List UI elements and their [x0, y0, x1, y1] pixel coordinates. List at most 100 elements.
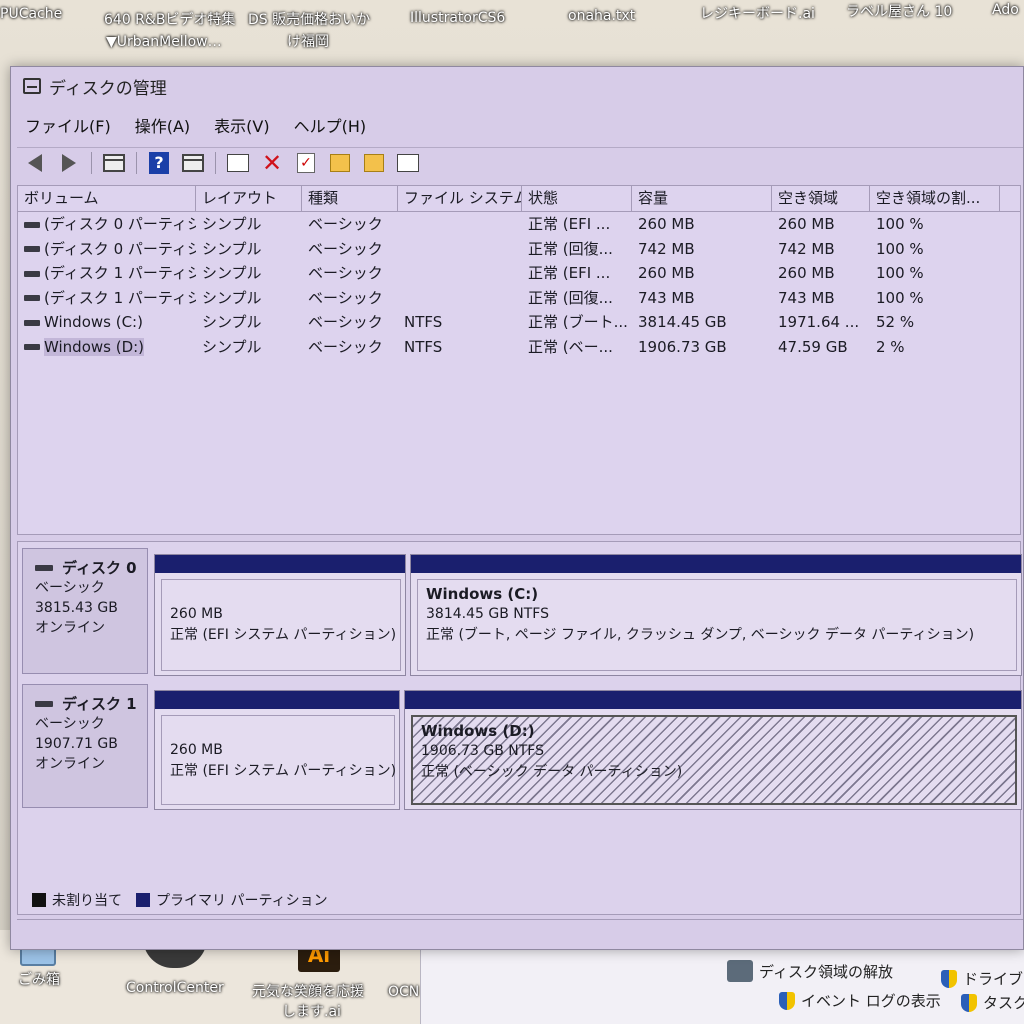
menu-view[interactable]: 表示(V) — [214, 113, 269, 137]
explore-button[interactable] — [362, 152, 386, 174]
volume-row[interactable]: (ディスク 1 パーティシ... シンプル ベーシック 正常 (EFI ... 260 … — [18, 261, 1020, 286]
desktop-icon-label[interactable]: DS 販売価格おいか — [248, 12, 370, 29]
disk-1-title: ディスク 1 — [35, 693, 147, 714]
settings-list-icon — [397, 153, 419, 172]
desktop-icon-label[interactable]: OCN — [388, 984, 419, 1001]
desktop-icon-label[interactable]: onaha.txt — [568, 8, 635, 25]
volume-cell: 1971.64 ... — [778, 313, 860, 331]
desktop-icon-label[interactable]: PUCache — [0, 6, 62, 23]
toolbar-separator — [136, 151, 137, 174]
desktop-icon-label[interactable]: IllustratorCS6 — [410, 10, 505, 27]
disk-0-label[interactable]: ディスク 0 ベーシック 3815.43 GB オンライン — [22, 548, 148, 674]
delete-icon: ✕ — [261, 148, 283, 177]
status-bar — [17, 919, 1023, 949]
drive-link[interactable]: ドライブの — [941, 968, 1024, 989]
desktop-icon-label[interactable]: レジキーボード.ai — [700, 6, 815, 23]
task-link[interactable]: タスク — [961, 992, 1024, 1013]
partition-size: 3814.45 GB NTFS — [426, 606, 549, 622]
volume-row[interactable]: (ディスク 0 パーティシ... シンプル ベーシック 正常 (EFI ... 260 … — [18, 212, 1020, 237]
toolbar: ? ✕ ✓ — [17, 147, 1023, 177]
volume-cell: 正常 (ベー... — [528, 337, 613, 356]
disk-0-efi-partition[interactable]: 260 MB 正常 (EFI システム パーティション) — [154, 554, 406, 676]
menu-help[interactable]: ヘルプ(H) — [294, 113, 367, 137]
volume-cell: シンプル — [202, 264, 262, 282]
column-header-volume[interactable]: ボリューム — [18, 186, 196, 211]
volume-cell: 260 MB — [778, 264, 835, 282]
properties-icon: ✓ — [297, 152, 315, 173]
disk-management-window: ディスクの管理 ファイル(F) 操作(A) 表示(V) ヘルプ(H) ? ✕ ✓… — [10, 66, 1024, 950]
volume-cell: NTFS — [404, 313, 443, 331]
volume-cell: 100 % — [876, 239, 924, 258]
shield-icon — [779, 991, 795, 1010]
volume-cell: シンプル — [202, 313, 262, 331]
menu-file[interactable]: ファイル(F) — [25, 113, 111, 137]
disk-1-label[interactable]: ディスク 1 ベーシック 1907.71 GB オンライン — [22, 684, 148, 808]
folder-search-icon — [364, 153, 384, 172]
disk-cleanup-label: ディスク領域の解放 — [759, 962, 893, 981]
folder-up-icon — [330, 153, 350, 172]
partition-body-selected: Windows (D:) 1906.73 GB NTFS 正常 (ベーシック デ… — [411, 715, 1017, 805]
properties-button[interactable]: ✓ — [294, 152, 318, 174]
volume-cell — [398, 286, 522, 311]
volume-icon — [24, 344, 40, 350]
disk-1-windows-d-partition[interactable]: Windows (D:) 1906.73 GB NTFS 正常 (ベーシック デ… — [404, 690, 1022, 810]
volume-name: (ディスク 1 パーティシ... — [44, 288, 196, 307]
volume-name: (ディスク 0 パーティシ... — [44, 215, 196, 233]
column-header-capacity[interactable]: 容量 — [632, 186, 772, 211]
desktop-icon-label[interactable]: します.ai — [282, 1004, 341, 1021]
back-button[interactable] — [23, 152, 47, 174]
desktop-icon-label[interactable]: 640 R&Bビデオ特集 — [104, 12, 235, 29]
action-pane-button[interactable] — [181, 152, 205, 174]
volume-row[interactable]: Windows (D:) シンプル ベーシック NTFS 正常 (ベー... 1906.7… — [18, 335, 1020, 360]
volume-row[interactable]: Windows (C:) シンプル ベーシック NTFS 正常 (ブート... 3814.… — [18, 310, 1020, 335]
disk-1-name: ディスク 1 — [62, 695, 137, 713]
disk-management-app-icon — [23, 78, 41, 94]
connect-icon — [227, 153, 249, 172]
column-header-status[interactable]: 状態 — [522, 186, 632, 211]
desktop-icon-label[interactable]: ラベル屋さん 10 — [846, 4, 952, 21]
column-header-type[interactable]: 種類 — [302, 186, 398, 211]
column-header-free-space[interactable]: 空き領域 — [772, 186, 870, 211]
shield-icon — [941, 969, 957, 988]
volume-cell: NTFS — [404, 337, 443, 356]
open-folder-button[interactable] — [328, 152, 352, 174]
volume-name-cell: Windows (C:) — [18, 310, 196, 335]
volume-cell: シンプル — [202, 239, 262, 258]
desktop-icon-label[interactable]: け福岡 — [287, 34, 329, 51]
column-header-free-percent[interactable]: 空き領域の割... — [870, 186, 1000, 211]
title-bar[interactable]: ディスクの管理 — [11, 67, 1023, 105]
disk-1-efi-partition[interactable]: 260 MB 正常 (EFI システム パーティション) — [154, 690, 400, 810]
volume-row[interactable]: (ディスク 1 パーティシ... シンプル ベーシック 正常 (回復... 743 MB… — [18, 286, 1020, 311]
volume-cell: 260 MB — [638, 264, 695, 282]
volume-cell: ベーシック — [308, 264, 383, 282]
desktop-icon-label[interactable]: Ado — [992, 2, 1019, 19]
disk-0-windows-c-partition[interactable]: Windows (C:) 3814.45 GB NTFS 正常 (ブート, ペー… — [410, 554, 1022, 676]
event-log-link[interactable]: イベント ログの表示 — [779, 990, 941, 1011]
menu-action[interactable]: 操作(A) — [135, 113, 190, 137]
volume-name-cell: (ディスク 0 パーティシ... — [18, 212, 196, 237]
help-button[interactable]: ? — [147, 151, 171, 174]
volume-cell: 260 MB — [638, 215, 695, 233]
settings-list-button[interactable] — [396, 152, 420, 174]
forward-button[interactable] — [57, 152, 81, 174]
desktop-icon-label[interactable]: 元気な笑顔を応援 — [252, 984, 364, 1001]
forward-arrow-icon — [62, 153, 76, 172]
connect-disk-button[interactable] — [226, 152, 250, 174]
volume-cell: 3814.45 GB — [638, 313, 727, 331]
desktop-icon-label[interactable]: ごみ箱 — [18, 972, 60, 989]
partition-body: 260 MB 正常 (EFI システム パーティション) — [161, 715, 396, 805]
volume-icon — [24, 270, 40, 277]
volume-row[interactable]: (ディスク 0 パーティシ... シンプル ベーシック 正常 (回復... 742 MB… — [18, 237, 1020, 262]
volume-cell: 正常 (回復... — [528, 288, 613, 307]
column-header-filesystem[interactable]: ファイル システム — [398, 186, 522, 211]
desktop-icon-label[interactable]: ▼UrbanMellow… — [106, 34, 222, 51]
volume-cell: ベーシック — [308, 239, 383, 258]
partition-body: 260 MB 正常 (EFI システム パーティション) — [161, 579, 401, 671]
column-header-layout[interactable]: レイアウト — [196, 186, 302, 211]
disk-cleanup-link[interactable]: ディスク領域の解放 — [727, 960, 893, 982]
show-hide-console-button[interactable] — [102, 152, 126, 174]
desktop-icon-label[interactable]: ControlCenter — [126, 980, 224, 997]
partition-status: 正常 (ベーシック データ パーティション) — [421, 764, 683, 780]
event-log-label: イベント ログの表示 — [801, 992, 941, 1010]
delete-button[interactable]: ✕ — [260, 148, 284, 177]
